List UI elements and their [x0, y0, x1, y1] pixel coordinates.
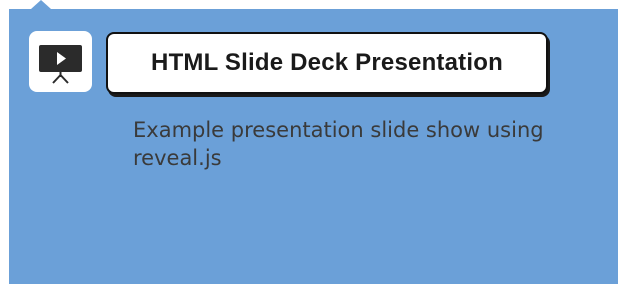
presentation-icon-tile	[29, 31, 92, 92]
presentation-title: HTML Slide Deck Presentation	[151, 49, 503, 76]
presentation-title-button[interactable]: HTML Slide Deck Presentation	[106, 32, 548, 94]
presentation-description: Example presentation slide show using re…	[133, 118, 544, 170]
app-frame: HTML Slide Deck Presentation Example pre…	[0, 0, 618, 284]
popover-arrow	[31, 0, 51, 9]
presentation-screen-icon	[39, 45, 82, 84]
